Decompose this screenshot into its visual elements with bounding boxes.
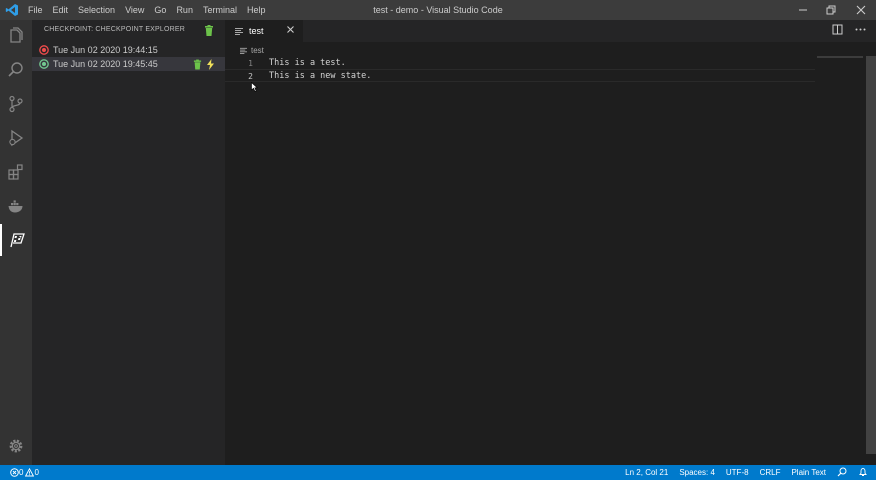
tab-close-button[interactable] xyxy=(286,25,295,37)
minimize-icon xyxy=(799,9,807,11)
vscode-logo-icon[interactable] xyxy=(5,3,19,17)
activity-run-debug[interactable] xyxy=(0,122,32,154)
warning-count: 0 xyxy=(34,468,39,477)
more-actions-button[interactable] xyxy=(855,24,866,38)
line-number: 1 xyxy=(248,59,253,68)
activity-extensions[interactable] xyxy=(0,156,32,188)
checkpoint-item[interactable]: Tue Jun 02 2020 19:44:15 xyxy=(32,43,225,57)
mouse-cursor-icon xyxy=(251,82,258,92)
checkpoint-flag-icon xyxy=(10,233,25,248)
vertical-scrollbar[interactable] xyxy=(866,56,876,454)
line-text[interactable]: This is a new state. xyxy=(269,71,371,81)
run-debug-icon xyxy=(9,129,24,147)
menu-help[interactable]: Help xyxy=(247,5,266,15)
feedback-icon xyxy=(837,467,847,476)
text-editor[interactable]: 1 This is a test. 2 This is a new state. xyxy=(225,56,876,465)
restore-checkpoint-button[interactable] xyxy=(206,59,215,73)
lightning-icon xyxy=(207,59,214,70)
title-bar: File Edit Selection View Go Run Terminal… xyxy=(0,0,876,20)
checkpoint-status-icon xyxy=(39,45,49,55)
menu-terminal[interactable]: Terminal xyxy=(203,5,237,15)
settings-gear-icon xyxy=(9,439,23,453)
activity-bar xyxy=(0,20,32,465)
menu-selection[interactable]: Selection xyxy=(78,5,115,15)
checkpoint-label: Tue Jun 02 2020 19:45:45 xyxy=(53,59,158,69)
encoding[interactable]: UTF-8 xyxy=(726,468,749,477)
activity-docker[interactable] xyxy=(0,190,32,222)
split-editor-button[interactable] xyxy=(832,24,843,38)
split-editor-icon xyxy=(832,24,843,35)
close-icon xyxy=(287,26,294,33)
search-icon xyxy=(8,62,23,77)
minimize-button[interactable] xyxy=(788,0,818,20)
notifications-button[interactable] xyxy=(858,467,868,479)
menu-edit[interactable]: Edit xyxy=(53,5,69,15)
delete-all-checkpoints-button[interactable] xyxy=(204,25,214,39)
activity-search[interactable] xyxy=(0,54,32,86)
tab-label: test xyxy=(249,26,264,36)
source-control-icon xyxy=(9,95,23,113)
feedback-button[interactable] xyxy=(837,467,847,479)
plain-text-file-icon xyxy=(240,47,247,54)
indentation[interactable]: Spaces: 4 xyxy=(679,468,715,477)
checkpoint-status-icon xyxy=(39,59,49,69)
tab-test[interactable]: test xyxy=(225,20,303,42)
end-of-line[interactable]: CRLF xyxy=(760,468,781,477)
bell-icon xyxy=(859,467,867,476)
menu-view[interactable]: View xyxy=(125,5,144,15)
explorer-icon xyxy=(10,27,23,43)
menu-run[interactable]: Run xyxy=(176,5,193,15)
line-number: 2 xyxy=(248,72,253,81)
editor-actions xyxy=(820,24,866,38)
checkpoint-label: Tue Jun 02 2020 19:44:15 xyxy=(53,45,158,55)
warning-icon xyxy=(25,468,35,477)
menu-bar: File Edit Selection View Go Run Terminal… xyxy=(28,0,275,20)
more-actions-icon xyxy=(855,28,866,31)
error-count: 0 xyxy=(19,468,24,477)
plain-text-file-icon xyxy=(235,28,243,35)
activity-source-control[interactable] xyxy=(0,88,32,120)
line-text[interactable]: This is a test. xyxy=(269,58,346,68)
breadcrumb-file[interactable]: test xyxy=(251,46,264,55)
menu-go[interactable]: Go xyxy=(154,5,166,15)
restore-icon xyxy=(826,5,836,15)
status-bar: 0 0 Ln 2, Col 21 Spaces: 4 UTF-8 CRLF Pl… xyxy=(0,465,876,480)
menu-file[interactable]: File xyxy=(28,5,43,15)
editor-line-current[interactable]: 2 This is a new state. xyxy=(225,69,815,82)
close-icon xyxy=(856,5,866,15)
error-icon xyxy=(10,468,19,477)
status-bar-right: Ln 2, Col 21 Spaces: 4 UTF-8 CRLF Plain … xyxy=(614,465,868,480)
breadcrumb[interactable]: test xyxy=(240,44,264,56)
language-mode[interactable]: Plain Text xyxy=(791,468,826,477)
extensions-icon xyxy=(8,164,23,180)
docker-icon xyxy=(8,200,23,213)
trash-icon xyxy=(193,59,202,70)
activity-explorer[interactable] xyxy=(0,20,32,52)
panel-title: CHECKPOINT: CHECKPOINT EXPLORER xyxy=(44,26,186,33)
activity-checkpoint[interactable] xyxy=(0,224,32,256)
close-window-button[interactable] xyxy=(846,0,876,20)
minimap[interactable] xyxy=(817,56,863,58)
checkpoint-item-selected[interactable]: Tue Jun 02 2020 19:45:45 xyxy=(32,57,225,71)
delete-checkpoint-button[interactable] xyxy=(193,59,202,73)
activity-settings[interactable] xyxy=(0,430,32,462)
problems-indicator[interactable]: 0 0 xyxy=(10,465,41,480)
editor-tab-bar: test xyxy=(225,20,876,42)
checkpoint-explorer-panel: CHECKPOINT: CHECKPOINT EXPLORER Tue Jun … xyxy=(32,20,225,465)
cursor-position[interactable]: Ln 2, Col 21 xyxy=(625,468,668,477)
trash-icon xyxy=(205,25,213,36)
restore-button[interactable] xyxy=(816,0,846,20)
